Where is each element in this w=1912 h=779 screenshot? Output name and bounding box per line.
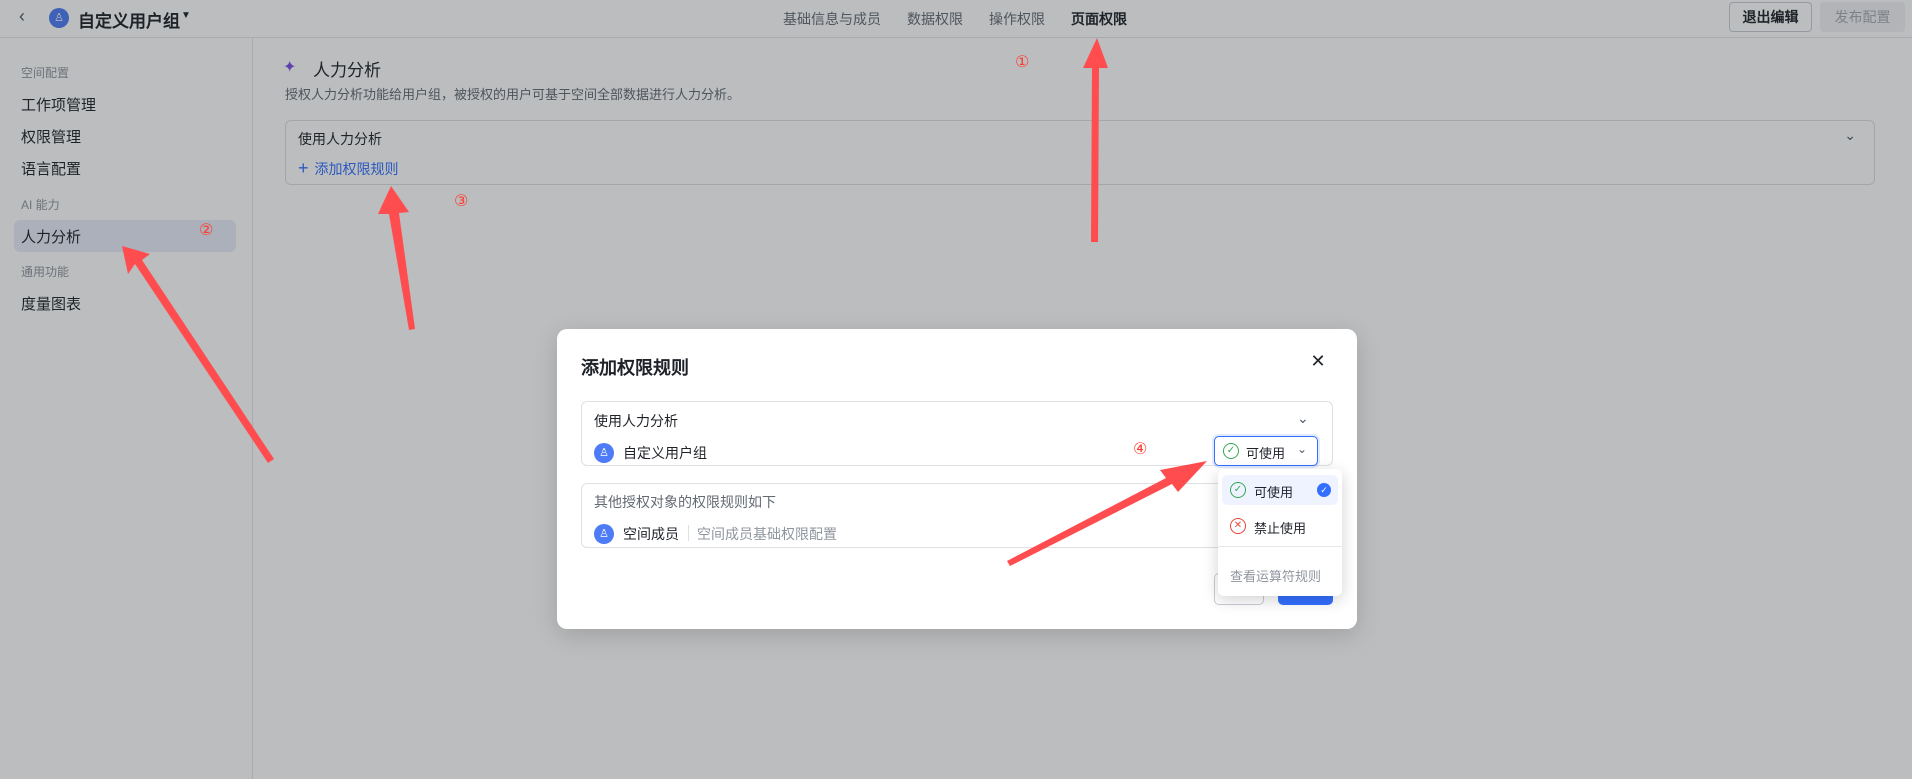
dialog-title: 添加权限规则 <box>581 358 689 378</box>
chevron-down-icon[interactable]: ⌄ <box>1297 410 1309 427</box>
rule-editor-box: 使用人力分析 ⌄ ♙ 自定义用户组 ✓ 可使用 ⌄ <box>581 401 1333 466</box>
check-circle-icon: ✓ <box>1230 482 1246 498</box>
permission-select-value: 可使用 <box>1246 446 1286 461</box>
other-member-desc: 空间成员基础权限配置 <box>697 526 837 542</box>
member-icon: ♙ <box>594 524 614 544</box>
selected-check-icon: ✓ <box>1317 483 1331 497</box>
annotation-1: ① <box>1015 54 1030 71</box>
close-icon[interactable]: ✕ <box>1308 351 1328 371</box>
divider <box>1218 546 1342 547</box>
other-rules-title: 其他授权对象的权限规则如下 <box>594 494 776 510</box>
rule-editor-title: 使用人力分析 <box>594 413 678 429</box>
annotation-3: ③ <box>454 193 469 210</box>
annotation-4: ④ <box>1133 441 1148 458</box>
option-forbidden[interactable]: ✕ 禁止使用 <box>1222 511 1338 541</box>
option-allowed[interactable]: ✓ 可使用 ✓ <box>1222 475 1338 505</box>
permission-select[interactable]: ✓ 可使用 ⌄ <box>1214 436 1318 466</box>
user-group-icon: ♙ <box>594 443 614 463</box>
check-circle-icon: ✓ <box>1223 443 1239 459</box>
view-operator-rules-link[interactable]: 查看运算符规则 <box>1230 566 1321 585</box>
close-circle-icon: ✕ <box>1230 518 1246 534</box>
annotation-2: ② <box>199 222 214 239</box>
member-name: 自定义用户组 <box>623 445 707 461</box>
option-forbidden-label: 禁止使用 <box>1254 521 1307 536</box>
chevron-down-icon: ⌄ <box>1297 442 1308 456</box>
permission-dropdown-menu: ✓ 可使用 ✓ ✕ 禁止使用 查看运算符规则 <box>1218 469 1342 596</box>
option-allowed-label: 可使用 <box>1254 485 1294 500</box>
divider <box>688 525 689 541</box>
other-member-name: 空间成员 <box>623 526 679 542</box>
